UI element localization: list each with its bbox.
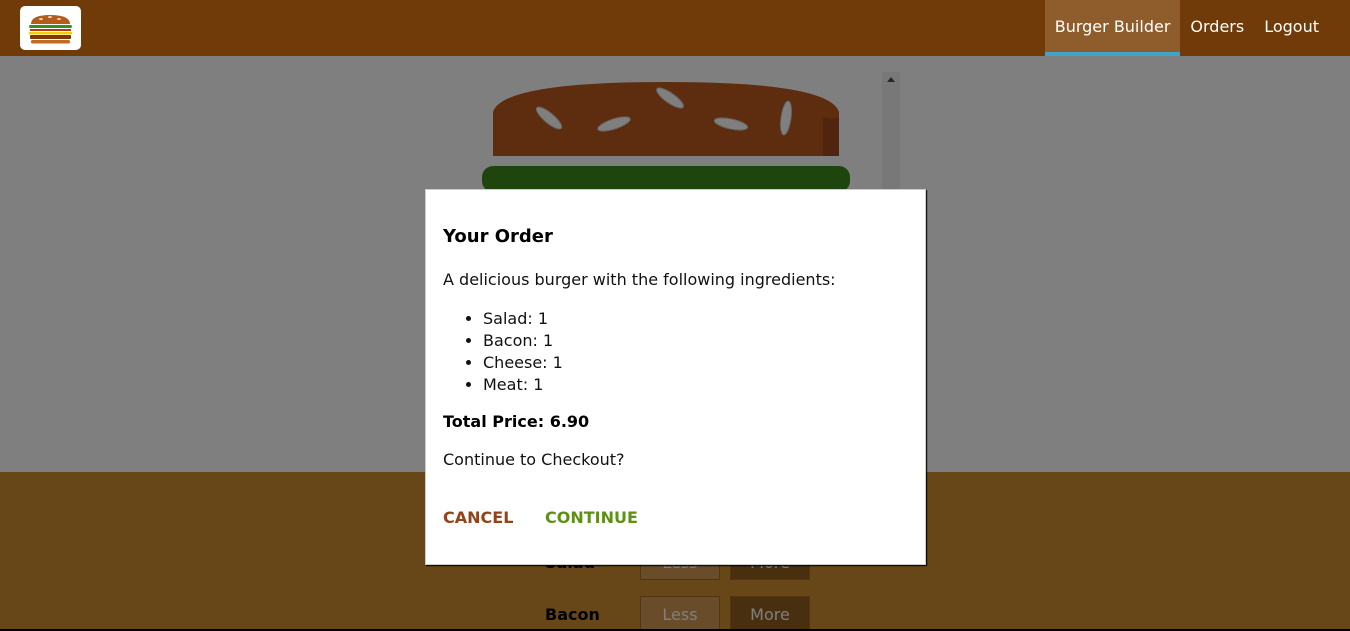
nav-item-logout[interactable]: Logout: [1254, 0, 1329, 56]
modal-title: Your Order: [443, 226, 553, 247]
continue-button[interactable]: CONTINUE: [545, 508, 638, 527]
checkout-question: Continue to Checkout?: [443, 450, 625, 469]
list-item: Cheese: 1: [483, 352, 563, 374]
ingredient-list: Salad: 1 Bacon: 1 Cheese: 1 Meat: 1: [483, 308, 563, 396]
modal-description: A delicious burger with the following in…: [443, 270, 836, 289]
list-item: Meat: 1: [483, 374, 563, 396]
cancel-button[interactable]: CANCEL: [443, 508, 513, 527]
list-item: Bacon: 1: [483, 330, 563, 352]
toolbar: Burger Builder Orders Logout: [0, 0, 1350, 56]
list-item: Salad: 1: [483, 308, 563, 330]
burger-logo-icon[interactable]: [20, 6, 81, 50]
total-price: Total Price: 6.90: [443, 412, 590, 431]
order-summary-modal: Your Order A delicious burger with the f…: [425, 189, 926, 565]
nav-item-orders[interactable]: Orders: [1180, 0, 1254, 56]
nav-menu: Burger Builder Orders Logout: [1044, 0, 1329, 56]
nav-item-burger-builder[interactable]: Burger Builder: [1044, 0, 1181, 56]
